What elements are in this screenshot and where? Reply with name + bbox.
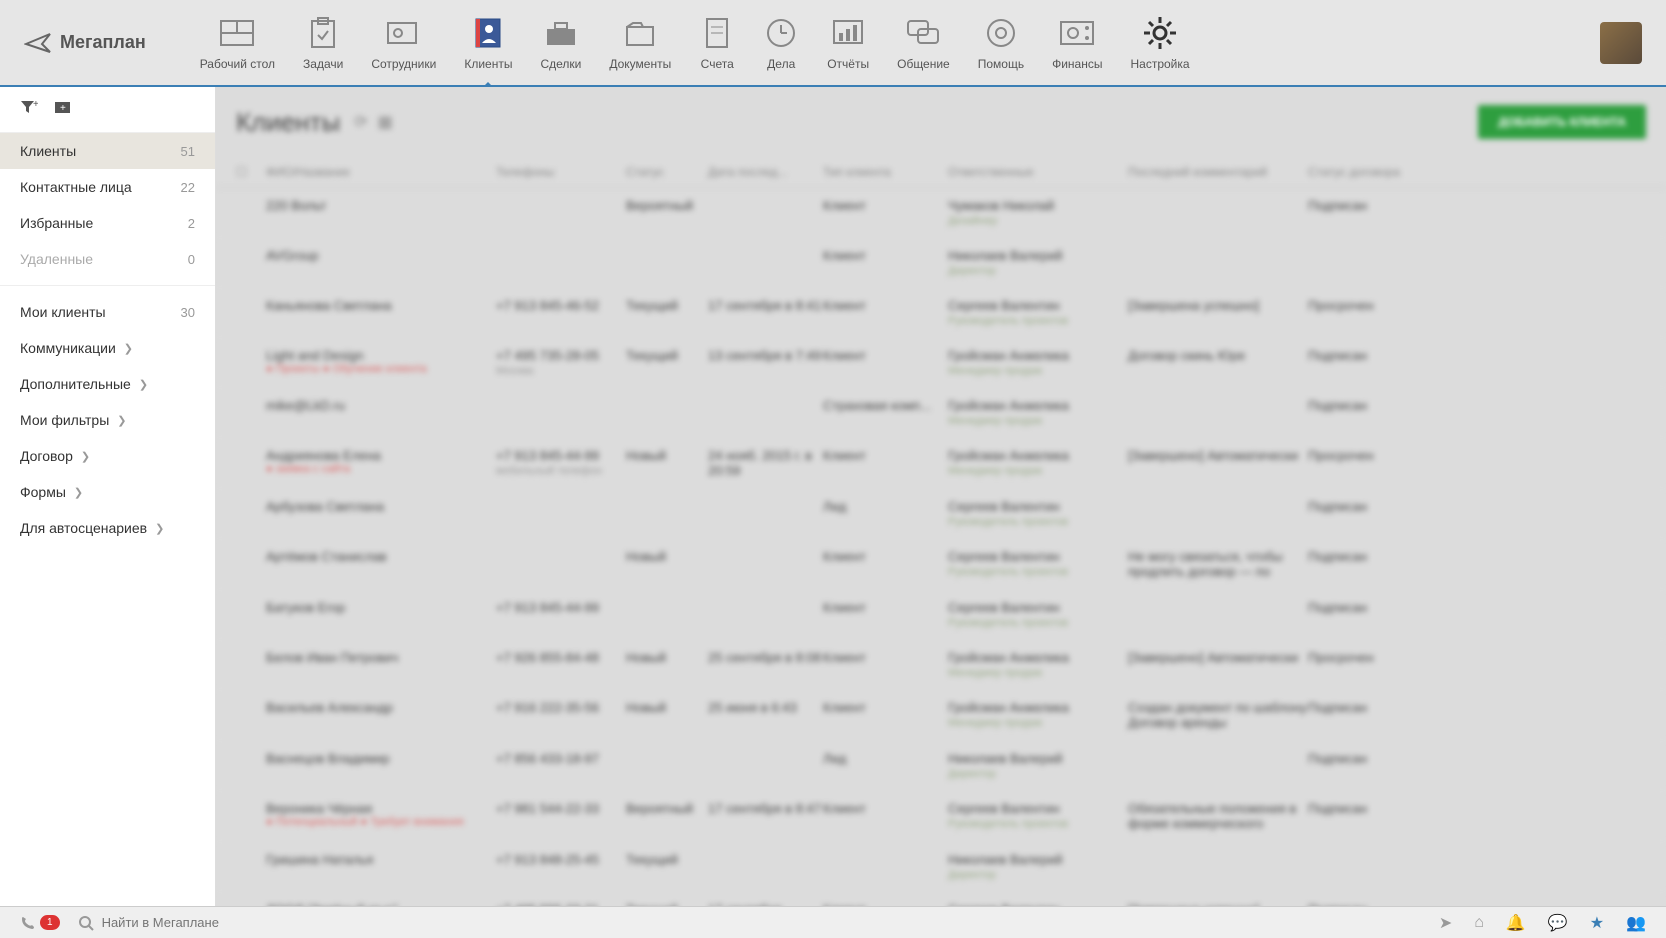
page-title: Клиенты — [236, 107, 340, 138]
sidebar-group-autoscenarios[interactable]: Для автосценариев❯ — [0, 510, 215, 546]
finance-icon — [1059, 15, 1095, 51]
table-row[interactable]: Андриянова Елена● заявка с сайта+7 913 8… — [216, 438, 1666, 489]
table-row[interactable]: Light and Design● Проекты ● Обучение кли… — [216, 338, 1666, 388]
gear-icon — [1142, 15, 1178, 51]
clients-table: ☐ ФИО/Название Телефоны Статус Дата посл… — [216, 157, 1666, 906]
table-row[interactable]: Васильев Александр+7 916 222-35-56Новый2… — [216, 690, 1666, 741]
add-client-button[interactable]: ДОБАВИТЬ КЛИЕНТА — [1478, 105, 1646, 139]
nav-settings[interactable]: Настройка — [1116, 0, 1203, 86]
nav-invoices[interactable]: Счета — [685, 0, 749, 86]
table-row[interactable]: Артёмов СтаниславНовыйКлиентСергеев Вале… — [216, 539, 1666, 590]
checkbox-header[interactable]: ☐ — [236, 165, 266, 179]
chevron-right-icon: ❯ — [124, 342, 133, 355]
nav-finance[interactable]: Финансы — [1038, 0, 1116, 86]
phone-icon[interactable]: 1 — [20, 915, 60, 931]
content-area: Клиенты ⟳ ▦ ДОБАВИТЬ КЛИЕНТА ☐ ФИО/Назва… — [216, 87, 1666, 906]
tasks-icon — [305, 15, 341, 51]
documents-icon — [622, 15, 658, 51]
clients-icon — [470, 15, 506, 51]
deals-icon — [543, 15, 579, 51]
nav-employees[interactable]: Сотрудники — [357, 0, 450, 86]
nav-desktop[interactable]: Рабочий стол — [186, 0, 289, 86]
table-row[interactable]: Васнецов Владимир+7 856 433-18-97ЛидНико… — [216, 741, 1666, 791]
sidebar-item-favorites[interactable]: Избранные 2 — [0, 205, 215, 241]
clock-icon — [763, 15, 799, 51]
sidebar-group-communications[interactable]: Коммуникации❯ — [0, 330, 215, 366]
nav-deals[interactable]: Сделки — [526, 0, 595, 86]
add-folder-icon[interactable]: + — [54, 99, 72, 120]
table-row[interactable]: Белов Иван Петрович+7 926 855-84-48Новый… — [216, 640, 1666, 690]
sidebar-item-deleted[interactable]: Удаленные 0 — [0, 241, 215, 277]
search-icon — [78, 915, 94, 931]
search-bar — [78, 915, 1421, 931]
table-header: ☐ ФИО/Название Телефоны Статус Дата посл… — [216, 157, 1666, 188]
table-row[interactable]: Арбузова СветланаЛидСергеев ВалентинРуко… — [216, 489, 1666, 539]
chevron-right-icon: ❯ — [81, 450, 90, 463]
nav-clients[interactable]: Клиенты — [450, 0, 526, 86]
nav-reports[interactable]: Отчёты — [813, 0, 883, 86]
bell-icon[interactable]: 🔔 — [1506, 913, 1526, 933]
nav-help[interactable]: Помощь — [964, 0, 1038, 86]
nav-tasks[interactable]: Задачи — [289, 0, 357, 86]
send-icon[interactable]: ➤ — [1439, 913, 1452, 933]
comments-icon[interactable]: 👥 — [1626, 913, 1646, 933]
search-input[interactable] — [102, 915, 302, 930]
brand-text: Мегаплан — [60, 32, 146, 53]
refresh-icon[interactable]: ⟳ — [354, 112, 367, 132]
svg-text:+: + — [33, 99, 38, 110]
table-row[interactable]: Каньянова Светлана+7 913 845-46-52Текущи… — [216, 288, 1666, 338]
home-icon[interactable]: ⌂ — [1474, 913, 1484, 933]
table-row[interactable]: Гришина Наталья+7 913 848-25-45ТекущийНи… — [216, 842, 1666, 892]
employees-icon — [386, 15, 422, 51]
export-icon[interactable]: ▦ — [378, 112, 393, 132]
sidebar-item-clients[interactable]: Клиенты 51 — [0, 133, 215, 169]
star-icon[interactable]: ★ — [1590, 913, 1604, 933]
desktop-icon — [219, 15, 255, 51]
user-avatar[interactable] — [1600, 22, 1642, 64]
table-row[interactable]: mike@LkD.ruСтраховая комп...Гройсман Анж… — [216, 388, 1666, 438]
table-row[interactable]: ДООЛ "Зелёный мыс"+7 495 555-23-21Текущи… — [216, 892, 1666, 906]
chevron-right-icon: ❯ — [74, 486, 83, 499]
logo: Мегаплан — [24, 32, 146, 54]
help-icon — [983, 15, 1019, 51]
sidebar: + + Клиенты 51 Контактные лица 22 Избран… — [0, 87, 216, 906]
top-nav: Мегаплан Рабочий стол Задачи Сотрудники … — [0, 0, 1666, 87]
chevron-right-icon: ❯ — [117, 414, 126, 427]
svg-text:+: + — [60, 103, 66, 114]
nav-items: Рабочий стол Задачи Сотрудники Клиенты С… — [186, 0, 1600, 86]
message-icon[interactable]: 💬 — [1548, 913, 1568, 933]
filter-add-icon[interactable]: + — [20, 99, 38, 120]
sidebar-group-additional[interactable]: Дополнительные❯ — [0, 366, 215, 402]
reports-icon — [830, 15, 866, 51]
nav-affairs[interactable]: Дела — [749, 0, 813, 86]
table-row[interactable]: Вероника Чёрная● Потенциальный ● Требует… — [216, 791, 1666, 842]
table-row[interactable]: Батуков Егор+7 913 845-44-99КлиентСергее… — [216, 590, 1666, 640]
logo-icon — [24, 32, 54, 54]
table-row[interactable]: 220 ВольтВероятныйКлиентЧумаков НиколайД… — [216, 188, 1666, 238]
sidebar-group-forms[interactable]: Формы❯ — [0, 474, 215, 510]
sidebar-item-contacts[interactable]: Контактные лица 22 — [0, 169, 215, 205]
sidebar-group-contract[interactable]: Договор❯ — [0, 438, 215, 474]
bottom-bar: 1 ➤ ⌂ 🔔 💬 ★ 👥 — [0, 906, 1666, 938]
table-row[interactable]: AVGroupКлиентНиколаев ВалерийДиректор — [216, 238, 1666, 288]
invoices-icon — [699, 15, 735, 51]
chevron-right-icon: ❯ — [139, 378, 148, 391]
sidebar-group-myfilters[interactable]: Мои фильтры❯ — [0, 402, 215, 438]
phone-badge: 1 — [40, 915, 60, 930]
chat-icon — [905, 15, 941, 51]
chevron-right-icon: ❯ — [155, 522, 164, 535]
nav-documents[interactable]: Документы — [595, 0, 685, 86]
sidebar-group-myclients[interactable]: Мои клиенты 30 — [0, 294, 215, 330]
nav-chat[interactable]: Общение — [883, 0, 964, 86]
